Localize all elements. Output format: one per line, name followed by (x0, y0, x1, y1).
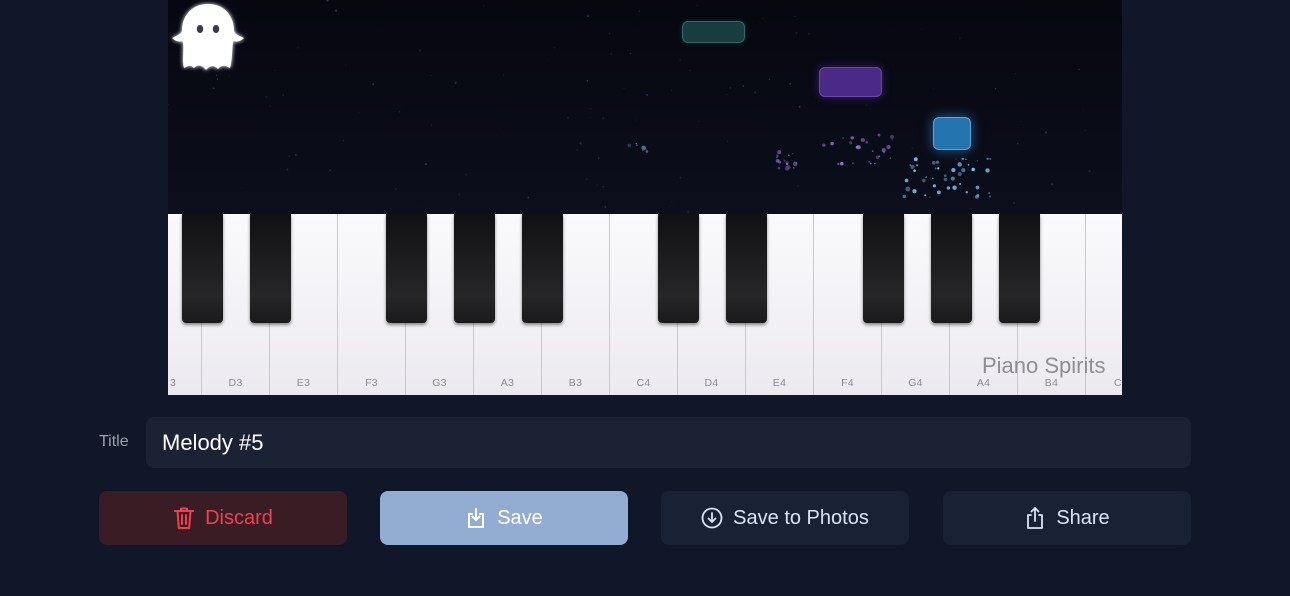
arrow-down-circle-icon (701, 507, 723, 529)
note-stage (168, 0, 1122, 214)
white-key-label: A3 (500, 377, 515, 389)
black-key[interactable] (726, 214, 767, 323)
white-key-label: E4 (772, 377, 787, 389)
black-key[interactable] (250, 214, 291, 323)
piano-keyboard: 3 D3 E3 F3 G3 A3 B3 C4 D4 E4 F4 G4 A4 B4 C Piano Spiri… (168, 214, 1122, 395)
white-key-label: 3 (170, 377, 177, 389)
white-key-label: F4 (841, 377, 854, 389)
white-key-label: G4 (908, 377, 923, 389)
save-button[interactable]: Save (380, 491, 628, 545)
ghost-icon (172, 4, 244, 70)
white-key-label: G3 (432, 377, 447, 389)
falling-note-teal (682, 21, 745, 43)
title-input[interactable]: Melody #5 (146, 417, 1191, 468)
save-download-icon (468, 508, 485, 528)
save-label: Save (497, 506, 543, 529)
white-key-label: E3 (296, 377, 311, 389)
save-to-photos-label: Save to Photos (733, 506, 869, 529)
share-button[interactable]: Share (943, 491, 1191, 545)
black-key[interactable] (931, 214, 972, 323)
black-key[interactable] (454, 214, 495, 323)
white-key-label: C4 (636, 377, 651, 389)
white-key-label: B3 (568, 377, 583, 389)
black-key[interactable] (522, 214, 563, 323)
discard-label: Discard (205, 506, 273, 529)
black-key[interactable] (999, 214, 1040, 323)
falling-note-purple (819, 67, 882, 97)
black-key[interactable] (863, 214, 904, 323)
white-key-label: D3 (228, 377, 243, 389)
white-key-label: D4 (704, 377, 719, 389)
white-key-label: F3 (365, 377, 378, 389)
brand-watermark: Piano Spirits (982, 353, 1106, 378)
trash-icon (174, 507, 195, 529)
title-label: Title (99, 433, 129, 450)
share-label: Share (1056, 506, 1110, 529)
save-to-photos-button[interactable]: Save to Photos (661, 491, 909, 545)
black-key[interactable] (182, 214, 223, 323)
sparkle-field (168, 0, 1091, 213)
black-key[interactable] (658, 214, 699, 323)
discard-button[interactable]: Discard (99, 491, 347, 545)
falling-note-blue (933, 117, 971, 150)
white-key-label: C (1114, 377, 1122, 389)
share-icon (1027, 507, 1044, 529)
black-key[interactable] (386, 214, 427, 323)
